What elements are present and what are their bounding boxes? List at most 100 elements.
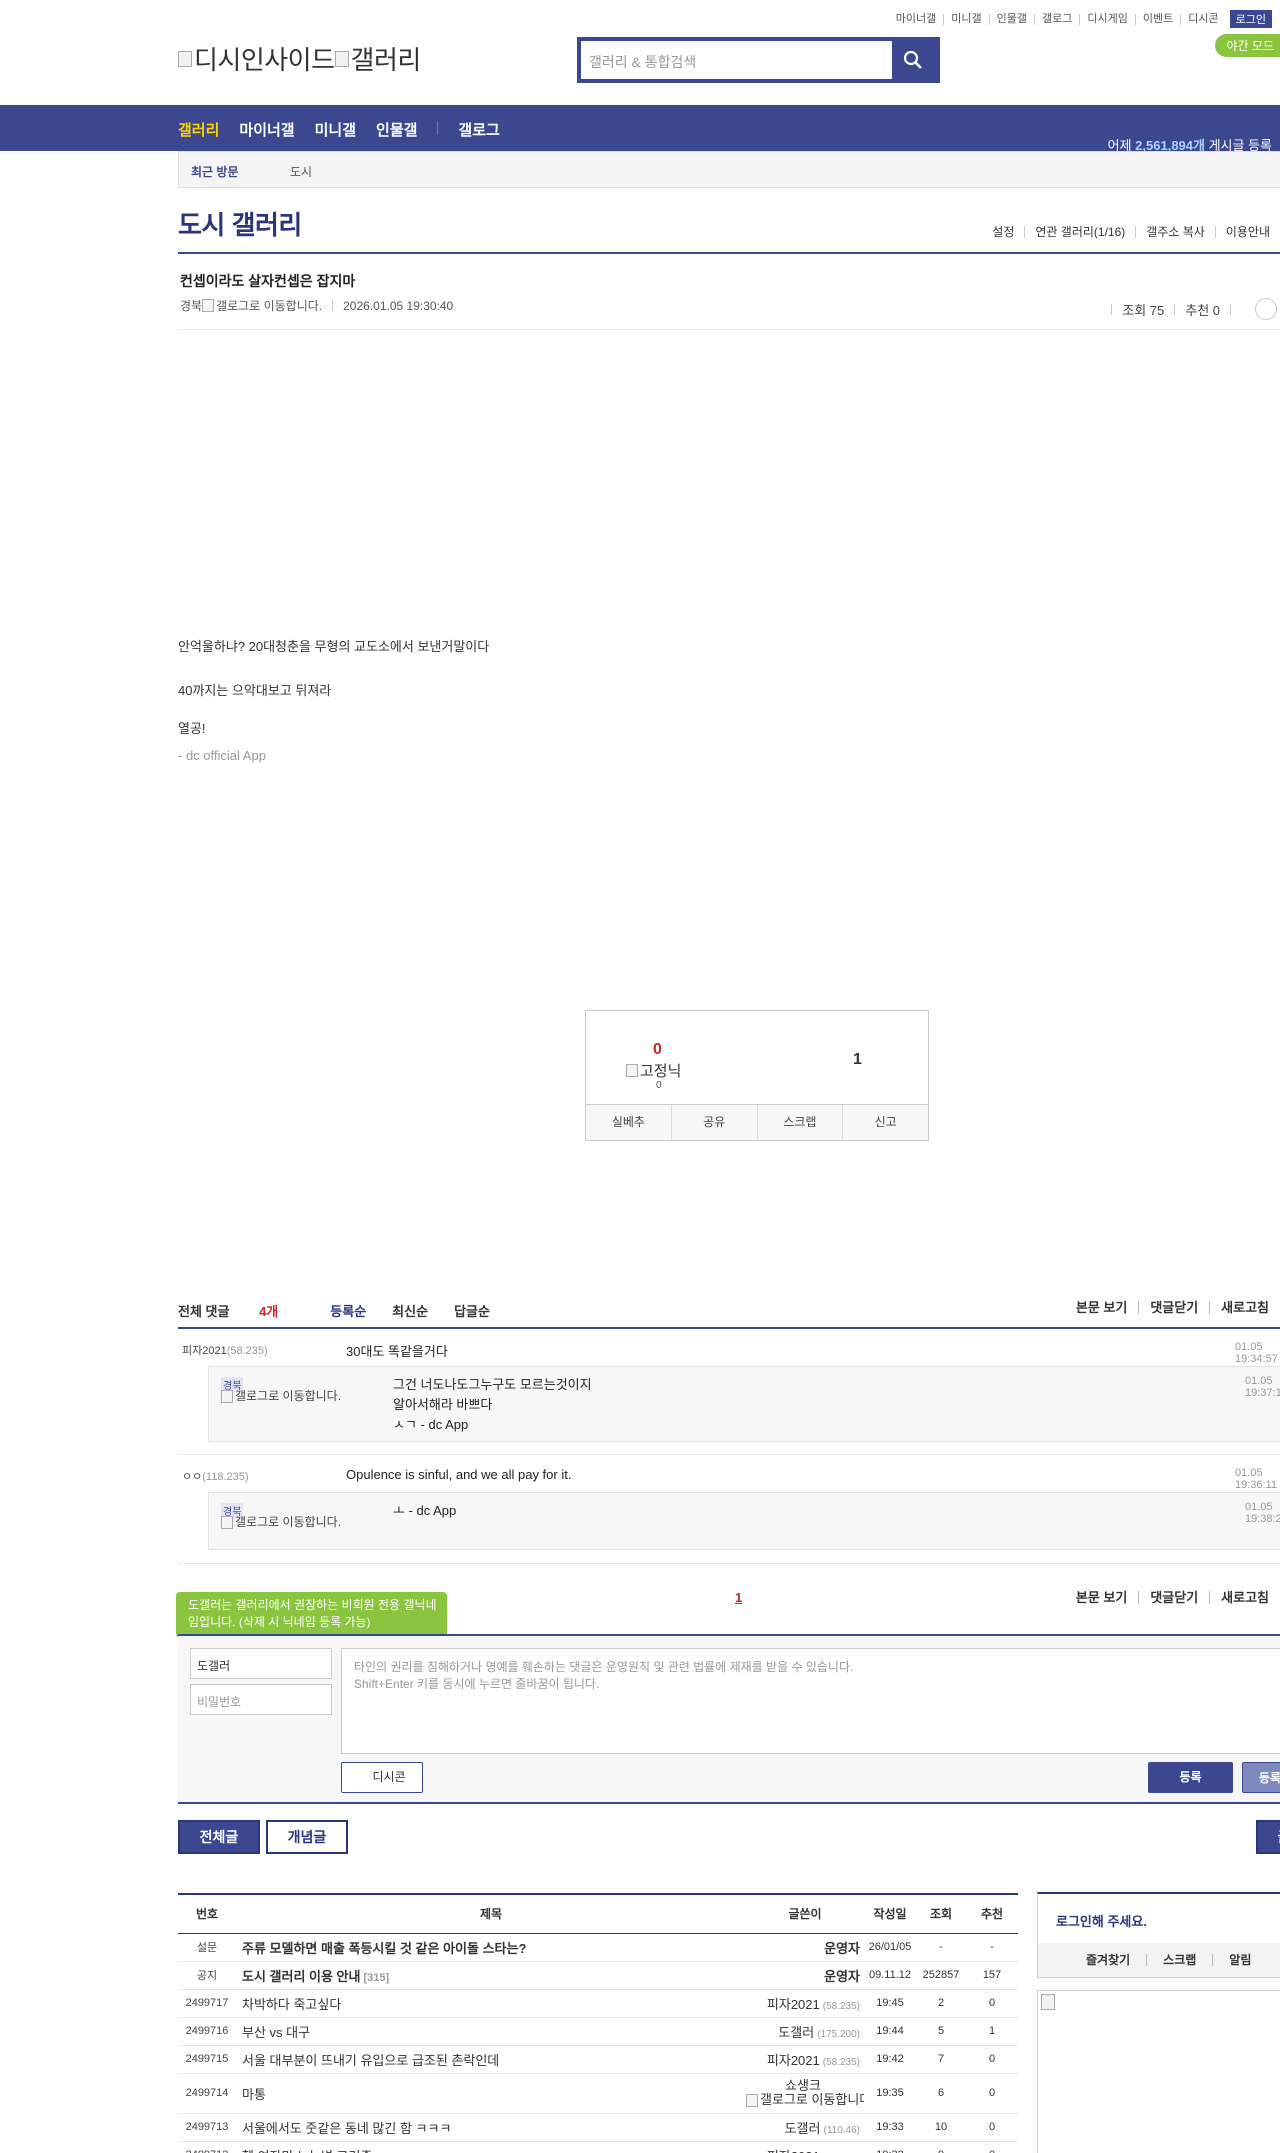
view-post-button[interactable]: 본문 보기 (1065, 1591, 1138, 1604)
row-writer[interactable]: 운영자 (824, 1969, 860, 1984)
util-link-event[interactable]: 이벤트 (1134, 13, 1180, 25)
table-row[interactable]: 설문 주류 모델하면 매출 폭등시킬 것 같은 아이돌 스타는? 운영자 26/01/… (178, 1933, 1018, 1962)
row-recommend: 0 (966, 1989, 1018, 2018)
util-link-mini[interactable]: 미니갤 (943, 13, 988, 25)
comment-nick[interactable]: ㅇㅇ(118.235) (182, 1468, 249, 1484)
login-button[interactable]: 로그인 (1229, 10, 1272, 28)
view-post-button[interactable]: 본문 보기 (1065, 1301, 1138, 1314)
tab-all-posts[interactable]: 전체글 (178, 1820, 260, 1854)
table-row[interactable]: 2499714 마통 쇼생크 갤로그로 이동합니다. 19:35 6 0 (178, 2073, 1018, 2114)
reply-nick[interactable]: 갤로그로 이동합니다. (221, 1389, 346, 1404)
recommend-down-count[interactable]: 1 (853, 1051, 862, 1069)
table-row[interactable]: 2499713 서울에서도 줏같은 동네 많긴 함 ㅋㅋㅋ 도갤러 (110.46) 1… (178, 2113, 1018, 2142)
dccon-button[interactable]: 디시콘 (341, 1762, 423, 1793)
gallog-icon (221, 1516, 233, 1530)
row-date: 19:42 (864, 2045, 916, 2074)
nickname-input[interactable]: 도갤러 (190, 1648, 332, 1679)
password-input[interactable]: 비밀번호 (190, 1684, 332, 1715)
sort-replies[interactable]: 답글순 (454, 1301, 490, 1320)
nav-gallog[interactable]: 갤로그 (458, 119, 499, 140)
side-scrap[interactable]: 스크랩 (1146, 1954, 1212, 1966)
row-writer[interactable]: 운영자 (824, 1941, 860, 1956)
row-title-cell[interactable]: 마통 (236, 2073, 746, 2114)
post-author-gallog[interactable]: 갤로그로 이동합니다. (216, 297, 322, 314)
util-link-minor[interactable]: 마이너갤 (889, 13, 943, 25)
row-title[interactable]: 주류 모델하면 매출 폭등시킬 것 같은 아이돌 스타는? (242, 1941, 526, 1956)
close-comments-button[interactable]: 댓글닫기 (1138, 1301, 1209, 1314)
refresh-comments-button[interactable]: 새로고침 (1209, 1301, 1280, 1314)
row-title[interactable]: 서울 대부분이 뜨내기 유입으로 급조된 촌락인데 (242, 2053, 499, 2068)
table-row[interactable]: 2499717 차박하다 죽고싶다 피자2021 (58.235) 19:45 2 0 (178, 1989, 1018, 2018)
row-writer[interactable]: 피자2021 (767, 1997, 820, 2012)
side-favorites[interactable]: 즐겨찾기 (1038, 1954, 1146, 1966)
search-button[interactable] (892, 41, 936, 79)
row-title[interactable]: 헬 여자만 느는변 그러증 (242, 2149, 372, 2153)
comment-nick[interactable]: 피자2021(58.235) (182, 1342, 268, 1358)
row-title[interactable]: 마통 (242, 2087, 266, 2102)
gallog-icon[interactable] (202, 299, 215, 312)
row-title-cell[interactable]: 도시 갤러리 이용 안내 [315] (236, 1961, 746, 1990)
row-title[interactable]: 부산 vs 대구 (242, 2025, 310, 2040)
row-title-cell[interactable]: 헬 여자만 느는변 그러증 (236, 2141, 746, 2153)
comment-count-icon[interactable] (1255, 298, 1277, 320)
site-logo[interactable]: 디시인사이드 갤러리 (178, 40, 421, 77)
nav-mini[interactable]: 미니갤 (315, 119, 356, 140)
comment-page-1[interactable]: 1 (735, 1590, 742, 1605)
comment-submit-button[interactable]: 등록 (1148, 1762, 1233, 1793)
gallery-option-copy-url[interactable]: 갤주소 복사 (1135, 226, 1215, 238)
row-writer[interactable]: 도갤러 (785, 2121, 821, 2136)
row-title[interactable]: 차박하다 죽고싶다 (242, 1997, 341, 2012)
sort-registered[interactable]: 등록순 (330, 1301, 366, 1320)
side-banner[interactable] (1037, 1990, 1280, 2153)
table-row[interactable]: 2499716 부산 vs 대구 도갤러 (175.200) 19:44 5 1 (178, 2017, 1018, 2046)
report-button[interactable]: 신고 (842, 1105, 928, 1140)
table-row[interactable]: 2499715 서울 대부분이 뜨내기 유입으로 급조된 촌락인데 피자2021 (5… (178, 2045, 1018, 2074)
row-title-cell[interactable]: 차박하다 죽고싶다 (236, 1989, 746, 2018)
row-writer[interactable]: 쇼생크 (785, 2078, 821, 2093)
row-writer-gallog[interactable]: 갤로그로 이동합니다. (760, 2092, 864, 2107)
tab-recommended-posts[interactable]: 개념글 (266, 1820, 348, 1854)
table-row[interactable]: 2499712 헬 여자만 느는변 그러증 피자2021(58.235)19:329… (178, 2141, 1018, 2153)
search-input[interactable]: 갤러리 & 통합검색 (589, 52, 696, 72)
reply-nick[interactable]: 갤로그로 이동합니다. (221, 1515, 346, 1530)
table-row[interactable]: 공지 도시 갤러리 이용 안내 [315] 운영자 09.11.12 252857 157 (178, 1961, 1018, 1990)
nav-person[interactable]: 인물갤 (376, 119, 417, 140)
gallery-option-guide[interactable]: 이용안내 (1214, 226, 1280, 238)
row-reply-count[interactable]: [315] (363, 1972, 389, 1984)
night-mode-button[interactable]: 야간 모드 (1214, 34, 1280, 57)
gallery-option-settings[interactable]: 설정 (982, 226, 1024, 238)
row-writer[interactable]: 피자2021 (767, 2053, 820, 2068)
row-title-cell[interactable]: 서울 대부분이 뜨내기 유입으로 급조된 촌락인데 (236, 2045, 746, 2074)
util-link-dccon[interactable]: 디시콘 (1180, 13, 1225, 25)
write-post-button[interactable]: 글쓰기 (1256, 1820, 1280, 1854)
util-link-dcgame[interactable]: 디시게임 (1079, 13, 1134, 25)
sort-latest[interactable]: 최신순 (392, 1301, 428, 1320)
share-button[interactable]: 공유 (670, 1105, 757, 1140)
side-login-prompt[interactable]: 로그인해 주세요. (1056, 1911, 1147, 1930)
row-title-cell[interactable]: 부산 vs 대구 (236, 2017, 746, 2046)
util-link-person[interactable]: 인물갤 (988, 13, 1034, 25)
row-title-cell[interactable]: 주류 모델하면 매출 폭등시킬 것 같은 아이돌 스타는? (236, 1933, 746, 1962)
nav-minor[interactable]: 마이너갤 (239, 119, 294, 140)
row-writer[interactable]: 도갤러 (778, 2025, 814, 2040)
util-link-gallog[interactable]: 갤로그 (1034, 13, 1079, 25)
comment-textarea[interactable]: 타인의 권리를 침해하거나 명예를 훼손하는 댓글은 운영원칙 및 관련 법률에… (341, 1648, 1280, 1754)
row-writer[interactable]: 피자2021 (767, 2149, 820, 2153)
row-recommend: - (966, 1933, 1018, 1962)
close-comments-button[interactable]: 댓글닫기 (1138, 1591, 1209, 1604)
recent-visit-item[interactable]: 도시 (290, 163, 312, 180)
fixed-nick-recommend[interactable]: 고정닉 (626, 1060, 681, 1081)
row-title[interactable]: 서울에서도 줏같은 동네 많긴 함 ㅋㅋㅋ (242, 2121, 451, 2136)
header-number: 번호 (178, 1895, 236, 1934)
refresh-comments-button[interactable]: 새로고침 (1209, 1591, 1280, 1604)
gallery-title[interactable]: 도시 갤러리 (178, 205, 302, 242)
post-author[interactable]: 경북 (180, 297, 202, 314)
scrap-button[interactable]: 스크랩 (756, 1105, 843, 1140)
row-title-cell[interactable]: 서울에서도 줏같은 동네 많긴 함 ㅋㅋㅋ (236, 2113, 746, 2142)
silbe-recommend-button[interactable]: 실베추 (586, 1105, 671, 1140)
side-alerts[interactable]: 알림 (1212, 1954, 1267, 1966)
comment-submit-recommend-button[interactable]: 등록+추천 (1242, 1762, 1280, 1793)
nav-gallery[interactable]: 갤러리 (178, 119, 219, 140)
row-title[interactable]: 도시 갤러리 이용 안내 (242, 1969, 360, 1984)
gallery-option-related[interactable]: 연관 갤러리(1/16) (1024, 226, 1135, 238)
